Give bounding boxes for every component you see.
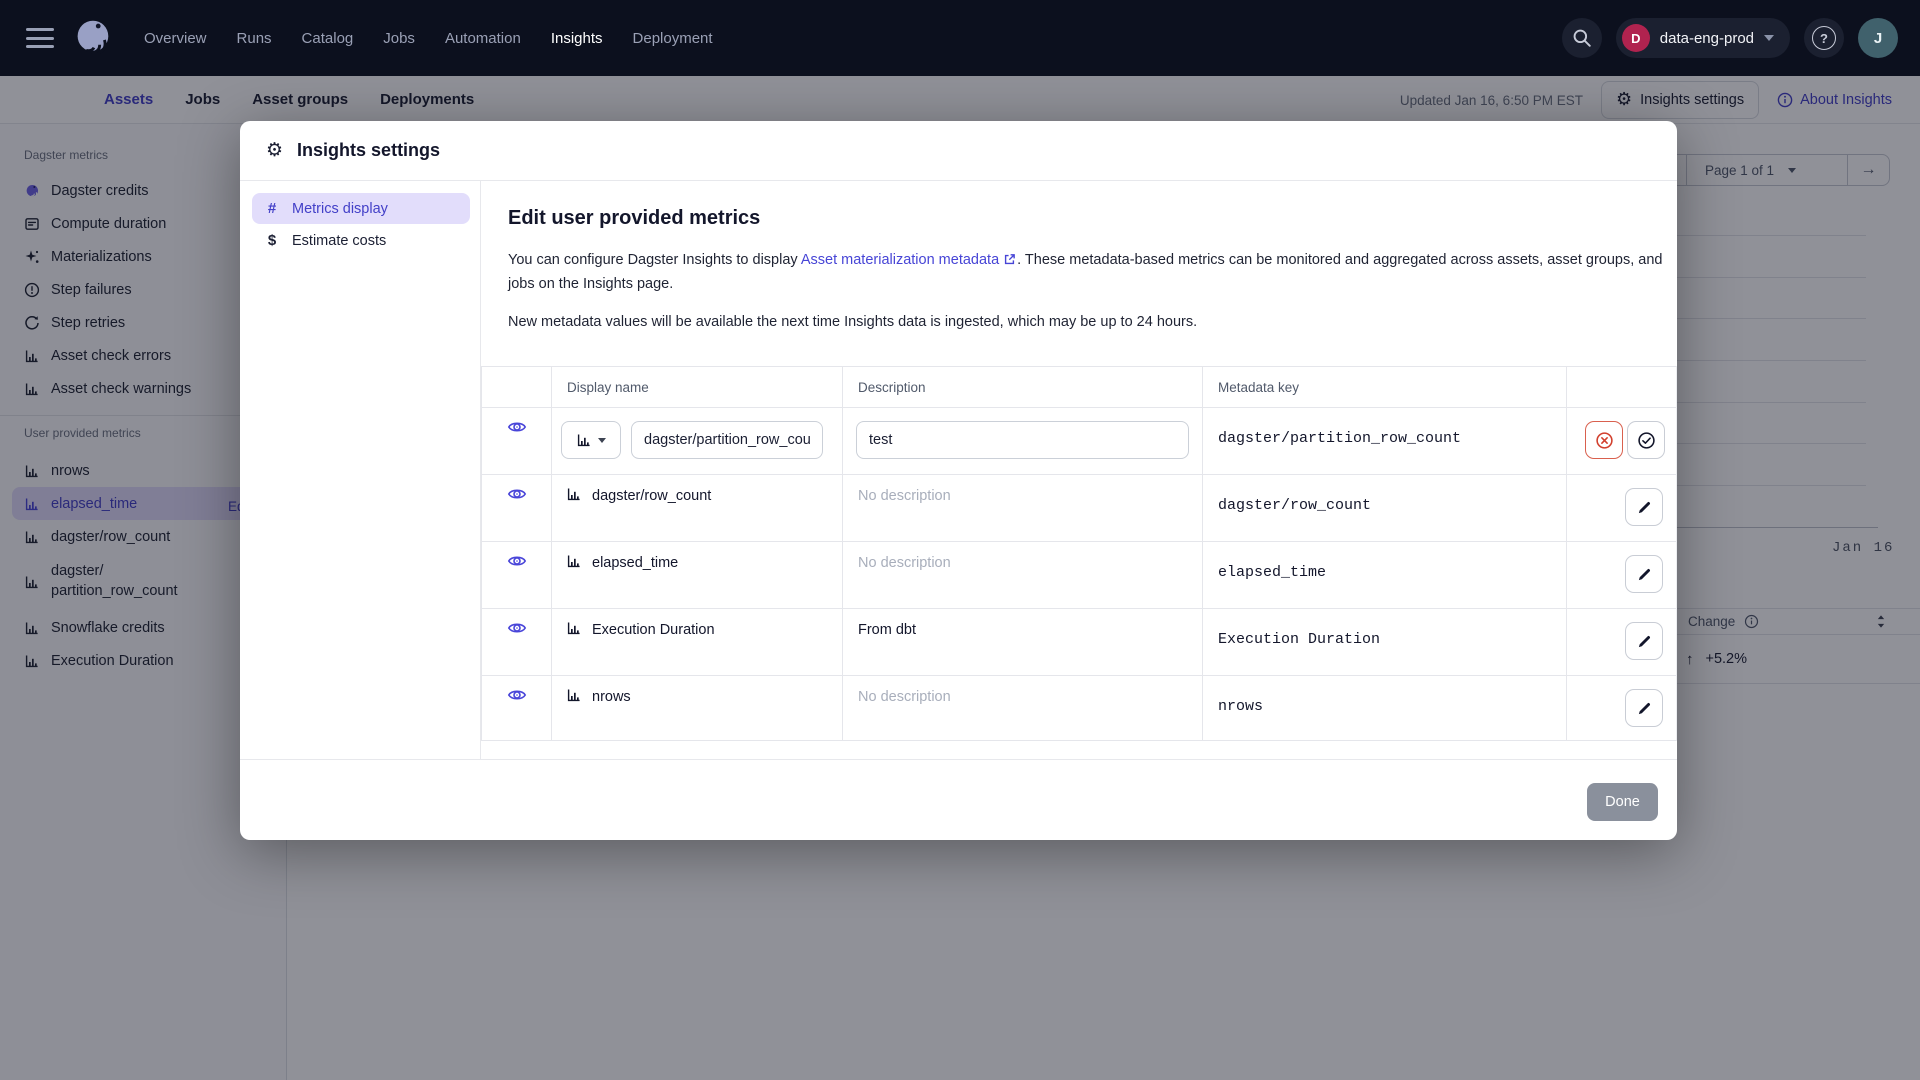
external-link-icon [1003, 251, 1016, 273]
circle-check-icon [1637, 431, 1655, 449]
edit-row-button[interactable] [1625, 555, 1663, 593]
circle-x-icon [1595, 431, 1613, 449]
visibility-eye-icon[interactable] [507, 484, 527, 509]
bar-chart-icon [566, 687, 582, 708]
metadata-key: Execution Duration [1218, 631, 1381, 648]
edit-row-button[interactable] [1625, 689, 1663, 727]
chevron-down-icon [1764, 35, 1774, 41]
pencil-icon [1638, 702, 1650, 714]
deployment-name: data-eng-prod [1659, 29, 1754, 47]
tab-metrics-display[interactable]: # Metrics display [252, 193, 470, 224]
description-input[interactable] [856, 421, 1189, 459]
bar-chart-icon [577, 434, 590, 447]
col-header-description: Description [858, 379, 926, 395]
dagster-logo-icon[interactable] [68, 14, 116, 62]
description: From dbt [858, 622, 917, 638]
col-header-metadata-key: Metadata key [1218, 379, 1300, 395]
nav-catalog[interactable]: Catalog [302, 30, 354, 47]
metadata-key: elapsed_time [1218, 564, 1327, 581]
hash-icon: # [267, 200, 277, 217]
pencil-icon [1638, 568, 1650, 580]
top-nav: Overview Runs Catalog Jobs Automation In… [0, 0, 1920, 76]
deployment-selector[interactable]: D data-eng-prod [1615, 18, 1790, 58]
nav-jobs[interactable]: Jobs [383, 30, 415, 47]
dialog-intro: You can configure Dagster Insights to di… [508, 251, 1663, 292]
display-name: nrows [592, 689, 631, 705]
visibility-eye-icon[interactable] [507, 618, 527, 643]
nav-deployment[interactable]: Deployment [633, 30, 713, 47]
nav-overview[interactable]: Overview [144, 30, 207, 47]
bar-chart-icon [566, 620, 582, 641]
metadata-key: dagster/partition_row_count [1218, 430, 1462, 447]
bar-chart-icon [566, 553, 582, 574]
pencil-icon [1638, 635, 1650, 647]
cancel-edit-button[interactable] [1585, 421, 1623, 459]
metrics-table: Display name Description Metadata key da… [481, 366, 1677, 741]
bar-chart-icon [566, 486, 582, 507]
description: No description [858, 555, 951, 571]
metadata-key: nrows [1218, 698, 1264, 715]
description: No description [858, 488, 951, 504]
search-button[interactable] [1561, 18, 1602, 58]
nav-automation[interactable]: Automation [445, 30, 521, 47]
edit-row-button[interactable] [1625, 622, 1663, 660]
insights-settings-dialog: ⚙ Insights settings # Metrics display $ … [240, 121, 1677, 840]
edit-row-button[interactable] [1625, 488, 1663, 526]
dialog-footer-divider [240, 759, 1677, 760]
asset-materialization-metadata-link[interactable]: Asset materialization metadata [801, 252, 999, 268]
description: No description [858, 689, 951, 705]
top-nav-items: Overview Runs Catalog Jobs Automation In… [144, 30, 713, 47]
search-icon [1573, 29, 1591, 47]
gear-icon: ⚙ [266, 139, 284, 161]
display-name: elapsed_time [592, 555, 679, 571]
pencil-icon [1638, 501, 1650, 513]
display-name: Execution Duration [592, 622, 715, 638]
metadata-key: dagster/row_count [1218, 497, 1372, 514]
user-avatar[interactable]: J [1858, 18, 1898, 58]
display-name: dagster/row_count [592, 488, 712, 504]
dialog-header: ⚙ Insights settings [240, 121, 1677, 181]
visibility-eye-icon[interactable] [507, 551, 527, 576]
nav-runs[interactable]: Runs [237, 30, 272, 47]
dialog-section-heading: Edit user provided metrics [508, 207, 761, 229]
tab-label: Estimate costs [292, 232, 387, 249]
tab-estimate-costs[interactable]: $ Estimate costs [252, 225, 470, 256]
col-header-display-name: Display name [567, 379, 649, 395]
chart-type-dropdown[interactable] [561, 421, 621, 459]
confirm-edit-button[interactable] [1627, 421, 1665, 459]
screen: Overview Runs Catalog Jobs Automation In… [0, 0, 1920, 1080]
dialog-title: Insights settings [297, 140, 441, 160]
menu-icon[interactable] [26, 28, 54, 48]
help-button[interactable]: ? [1804, 18, 1844, 58]
deployment-badge: D [1621, 24, 1650, 52]
visibility-eye-icon[interactable] [507, 417, 527, 442]
chevron-down-icon [598, 437, 606, 443]
done-button[interactable]: Done [1587, 783, 1658, 821]
dialog-note: New metadata values will be available th… [508, 314, 1198, 330]
nav-insights[interactable]: Insights [551, 30, 603, 47]
tab-label: Metrics display [292, 200, 388, 217]
dollar-icon: $ [267, 232, 277, 249]
display-name-input[interactable] [631, 421, 823, 459]
help-icon: ? [1812, 26, 1836, 50]
visibility-eye-icon[interactable] [507, 685, 527, 710]
